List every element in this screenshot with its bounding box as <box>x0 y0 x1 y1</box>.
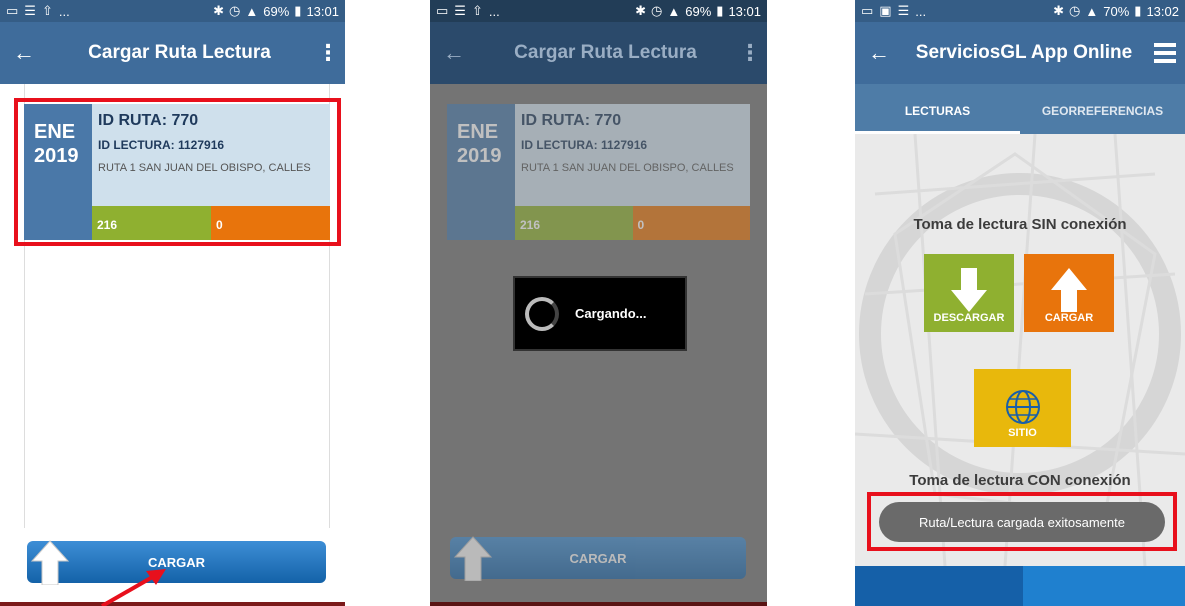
status-time: 13:01 <box>728 3 761 19</box>
battery-icon: ▮ <box>294 3 302 18</box>
back-arrow-icon[interactable]: ← <box>0 40 48 66</box>
battery-icon: ▮ <box>1134 3 1142 18</box>
cargar-button[interactable]: CARGAR <box>27 540 326 585</box>
upload-arrow-icon <box>1051 268 1087 312</box>
descargar-label: DESCARGAR <box>933 312 1005 324</box>
tab-georreferencias[interactable]: GEORREFERENCIAS <box>1020 84 1185 134</box>
download-arrow-icon <box>951 268 987 312</box>
bottom-bar <box>855 566 1185 606</box>
loading-dialog: Cargando... <box>513 276 687 351</box>
signal-icon: ▲ <box>1085 3 1099 19</box>
descargar-tile[interactable]: DESCARGAR <box>924 254 1014 332</box>
page-title: ServiciosGL App Online <box>915 42 1133 63</box>
overflow-menu-icon[interactable]: ⋮ <box>733 40 767 66</box>
highlight-box <box>14 98 341 246</box>
upload-arrow-icon <box>30 540 70 585</box>
pointer-arrow-icon <box>101 569 166 606</box>
notification-icon: ▭ <box>6 3 19 18</box>
tab-lecturas[interactable]: LECTURAS <box>855 84 1020 134</box>
signal-icon: ▲ <box>245 3 259 19</box>
back-arrow-icon[interactable]: ← <box>855 40 903 66</box>
route-name: RUTA 1 SAN JUAN DEL OBISPO, CALLES <box>521 162 734 174</box>
bottom-edge <box>430 602 767 606</box>
page-title: Cargar Ruta Lectura <box>88 42 271 63</box>
spinner-icon <box>525 296 559 331</box>
cargar-button: CARGAR <box>450 536 746 581</box>
route-year: 2019 <box>457 145 502 167</box>
battery-level: 70% <box>1103 3 1130 19</box>
bluetooth-icon: ✱ <box>1053 3 1065 18</box>
bluetooth-icon: ✱ <box>213 3 225 18</box>
upload-arrow-icon <box>453 536 493 581</box>
screen-cargando: ▭ ☰ ⇧ ... ✱ ◷ ▲ 69% ▮ 13:01 ← Cargar Rut… <box>430 0 767 606</box>
reading-id: ID LECTURA: 1127916 <box>521 138 648 152</box>
alarm-icon: ◷ <box>1069 3 1081 18</box>
section-offline-title: Toma de lectura SIN conexión <box>913 216 1127 233</box>
battery-icon: ▮ <box>716 3 724 18</box>
cargar-label: CARGAR <box>1044 312 1094 324</box>
app-bar: ← Cargar Ruta Lectura ⋮ <box>430 22 767 84</box>
status-bar: ▭ ☰ ⇧ ... ✱ ◷ ▲ 69% ▮ 13:01 <box>0 0 345 22</box>
sitio-label: SITIO <box>1008 427 1037 439</box>
count-green: 216 <box>515 206 633 240</box>
status-time: 13:02 <box>1146 3 1179 19</box>
screen-servicios: ▭ ▣ ☰ ... ✱ ◷ ▲ 70% ▮ 13:02 ← ServiciosG… <box>855 0 1185 606</box>
route-date: ENE 2019 <box>447 104 515 240</box>
alarm-icon: ◷ <box>229 3 241 18</box>
cargar-label: CARGAR <box>569 550 627 566</box>
list-icon: ☰ <box>897 3 910 18</box>
route-id: ID RUTA: 770 <box>521 112 622 129</box>
status-more: ... <box>488 3 500 19</box>
signal-icon: ▲ <box>667 3 681 19</box>
screen-cargar-ruta: ▭ ☰ ⇧ ... ✱ ◷ ▲ 69% ▮ 13:01 ← Cargar Rut… <box>0 0 345 606</box>
count-orange: 0 <box>632 206 750 240</box>
route-card: ENE 2019 ID RUTA: 770 ID LECTURA: 112791… <box>447 104 750 240</box>
tab-bar: LECTURAS GEORREFERENCIAS <box>855 84 1185 134</box>
list-icon: ☰ <box>24 3 36 18</box>
status-more: ... <box>915 3 927 19</box>
app-icon: ▣ <box>879 3 892 18</box>
status-more: ... <box>58 3 70 19</box>
status-time: 13:01 <box>306 3 339 19</box>
upload-icon: ⇧ <box>471 3 483 18</box>
back-arrow-icon[interactable]: ← <box>430 40 478 66</box>
page-title: Cargar Ruta Lectura <box>514 42 697 63</box>
status-bar: ▭ ☰ ⇧ ... ✱ ◷ ▲ 69% ▮ 13:01 <box>430 0 767 22</box>
list-icon: ☰ <box>454 3 466 18</box>
status-bar: ▭ ▣ ☰ ... ✱ ◷ ▲ 70% ▮ 13:02 <box>855 0 1185 22</box>
app-bar: ← ServiciosGL App Online <box>855 22 1185 84</box>
sitio-tile[interactable]: SITIO <box>974 369 1071 447</box>
hamburger-menu-icon[interactable] <box>1145 43 1185 63</box>
alarm-icon: ◷ <box>651 3 663 18</box>
battery-level: 69% <box>263 3 290 19</box>
cargar-tile[interactable]: CARGAR <box>1024 254 1114 332</box>
route-month: ENE <box>457 121 499 143</box>
notification-icon: ▭ <box>436 3 449 18</box>
highlight-box <box>867 492 1177 551</box>
bluetooth-icon: ✱ <box>635 3 647 18</box>
globe-icon <box>1005 390 1040 424</box>
notification-icon: ▭ <box>861 3 874 18</box>
upload-icon: ⇧ <box>41 3 53 18</box>
bottom-edge <box>0 602 345 606</box>
loading-text: Cargando... <box>575 306 647 321</box>
battery-level: 69% <box>685 3 712 19</box>
section-online-title: Toma de lectura CON conexión <box>909 472 1131 489</box>
overflow-menu-icon[interactable]: ⋮ <box>311 40 345 66</box>
app-bar: ← Cargar Ruta Lectura ⋮ <box>0 22 345 84</box>
